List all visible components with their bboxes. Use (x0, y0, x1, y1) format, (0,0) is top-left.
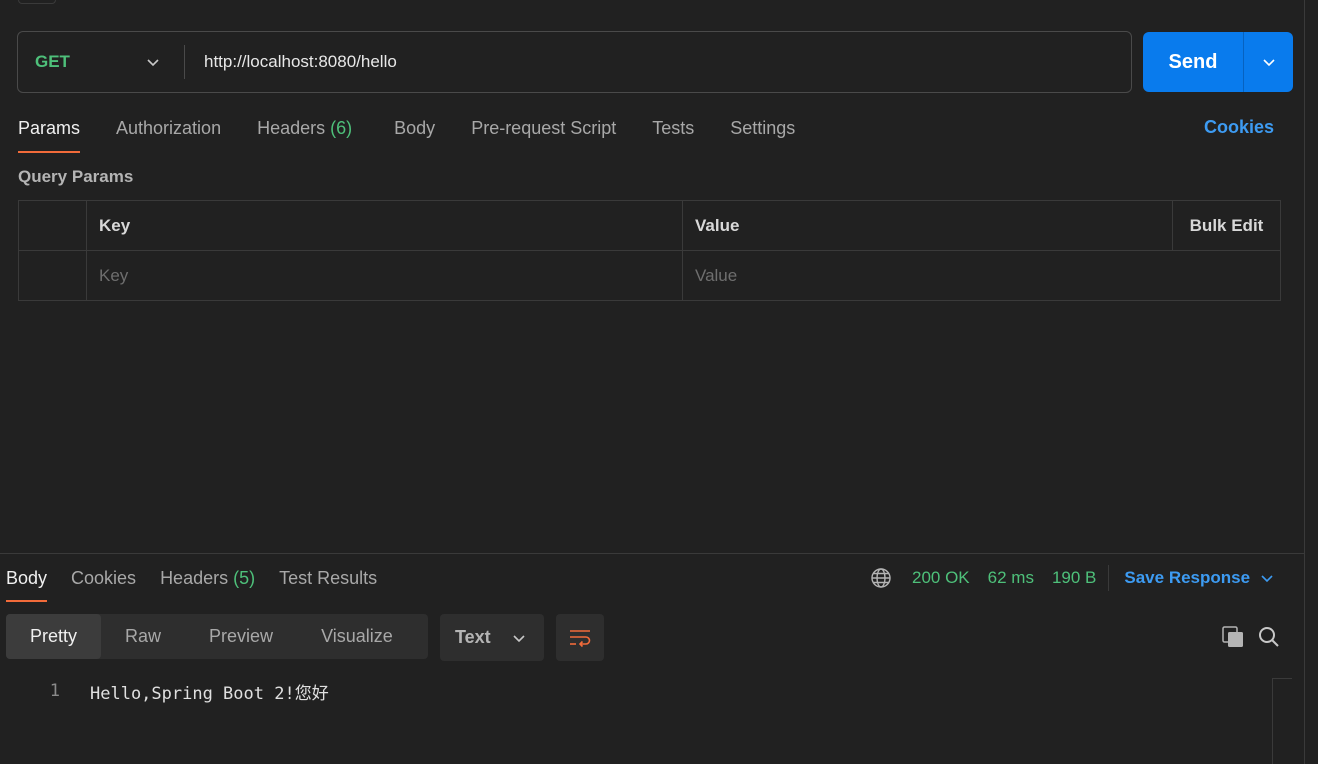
send-button-group: Send (1143, 32, 1293, 92)
row-checkbox-cell (19, 251, 87, 301)
status-code[interactable]: 200 OK (912, 568, 970, 588)
scrollbar[interactable] (1272, 678, 1292, 764)
copy-button[interactable] (1220, 624, 1246, 650)
tab-count: (5) (233, 568, 256, 588)
method-label: GET (35, 52, 70, 71)
tab-label: Params (18, 118, 81, 138)
tab-label: Headers (257, 118, 326, 138)
tab-params[interactable]: Params (18, 115, 81, 153)
query-params-table: Key Value Bulk Edit Key Value (18, 200, 1281, 301)
bulk-edit-button[interactable]: Bulk Edit (1173, 201, 1280, 250)
tab-settings[interactable]: Settings (730, 115, 795, 153)
request-tabs: Params Authorization Headers (6) Body Pr… (18, 115, 831, 153)
tab-count: (6) (330, 118, 353, 138)
line-number: 1 (49, 681, 60, 701)
response-time[interactable]: 62 ms (988, 568, 1034, 588)
format-pretty[interactable]: Pretty (6, 614, 102, 659)
panel-divider (1304, 0, 1305, 764)
wrap-lines-icon (570, 629, 591, 647)
wrap-lines-button[interactable] (556, 614, 604, 661)
tab-label: Authorization (116, 118, 222, 138)
tab-tests[interactable]: Tests (652, 115, 694, 153)
key-input[interactable]: Key (87, 251, 683, 301)
table-header-row: Key Value Bulk Edit (19, 201, 1280, 251)
send-button[interactable]: Send (1143, 32, 1243, 92)
response-tabs: Body Cookies Headers (5) Test Results (6, 566, 401, 602)
tab-label: Settings (730, 118, 796, 138)
response-body-line: 1 Hello,Spring Boot 2!您好 (0, 679, 329, 704)
tab-label: Pre-request Script (471, 118, 617, 138)
tab-authorization[interactable]: Authorization (116, 115, 221, 153)
tab-label: Headers (160, 568, 229, 588)
format-raw[interactable]: Raw (101, 614, 185, 659)
method-select[interactable]: GET (18, 32, 184, 92)
response-tab-headers[interactable]: Headers (5) (160, 566, 255, 602)
tab-pre-request-script[interactable]: Pre-request Script (471, 115, 616, 153)
response-type-select[interactable]: Text (440, 614, 544, 661)
format-visualize[interactable]: Visualize (297, 614, 417, 659)
response-body-text[interactable]: Hello,Spring Boot 2!您好 (90, 679, 329, 704)
response-size[interactable]: 190 B (1052, 568, 1096, 588)
save-response-label: Save Response (1124, 568, 1251, 587)
copy-icon (1222, 626, 1243, 647)
cookies-link[interactable]: Cookies (1204, 117, 1274, 138)
chevron-down-icon (1262, 59, 1275, 67)
search-button[interactable] (1256, 624, 1282, 650)
value-column-header: Value (683, 201, 1173, 250)
globe-icon[interactable] (870, 567, 892, 589)
key-column-header: Key (87, 201, 683, 250)
tab-label: Cookies (71, 568, 137, 588)
response-type-label: Text (455, 627, 491, 647)
tab-body[interactable]: Body (394, 115, 435, 153)
tab-headers[interactable]: Headers (6) (257, 115, 352, 153)
chevron-down-icon (513, 634, 525, 642)
response-tab-cookies[interactable]: Cookies (71, 566, 136, 602)
request-bar: GET http://localhost:8080/hello (17, 31, 1132, 93)
format-preview[interactable]: Preview (185, 614, 297, 659)
divider (1108, 565, 1110, 591)
tab-label: Test Results (279, 568, 378, 588)
chevron-down-icon (1260, 571, 1274, 585)
chevron-down-icon (146, 55, 160, 69)
send-options-button[interactable] (1244, 32, 1293, 92)
value-input[interactable]: Value (683, 251, 1280, 301)
tab-label: Body (394, 118, 436, 138)
search-icon (1259, 627, 1279, 647)
url-input[interactable]: http://localhost:8080/hello (185, 32, 1131, 92)
query-params-title: Query Params (18, 167, 134, 186)
response-tab-body[interactable]: Body (6, 566, 48, 602)
table-row: Key Value (19, 251, 1280, 301)
response-tab-test-results[interactable]: Test Results (279, 566, 377, 602)
tab-label: Tests (652, 118, 695, 138)
response-divider[interactable] (0, 553, 1304, 554)
save-response-button[interactable]: Save Response (1124, 568, 1274, 588)
tab-label: Body (6, 568, 48, 588)
top-toolbar-stub (18, 0, 56, 4)
response-status-bar: 200 OK 62 ms 190 B Save Response (870, 565, 1274, 591)
checkbox-column-header (19, 201, 87, 250)
body-format-toggle: Pretty Raw Preview Visualize (6, 614, 428, 659)
